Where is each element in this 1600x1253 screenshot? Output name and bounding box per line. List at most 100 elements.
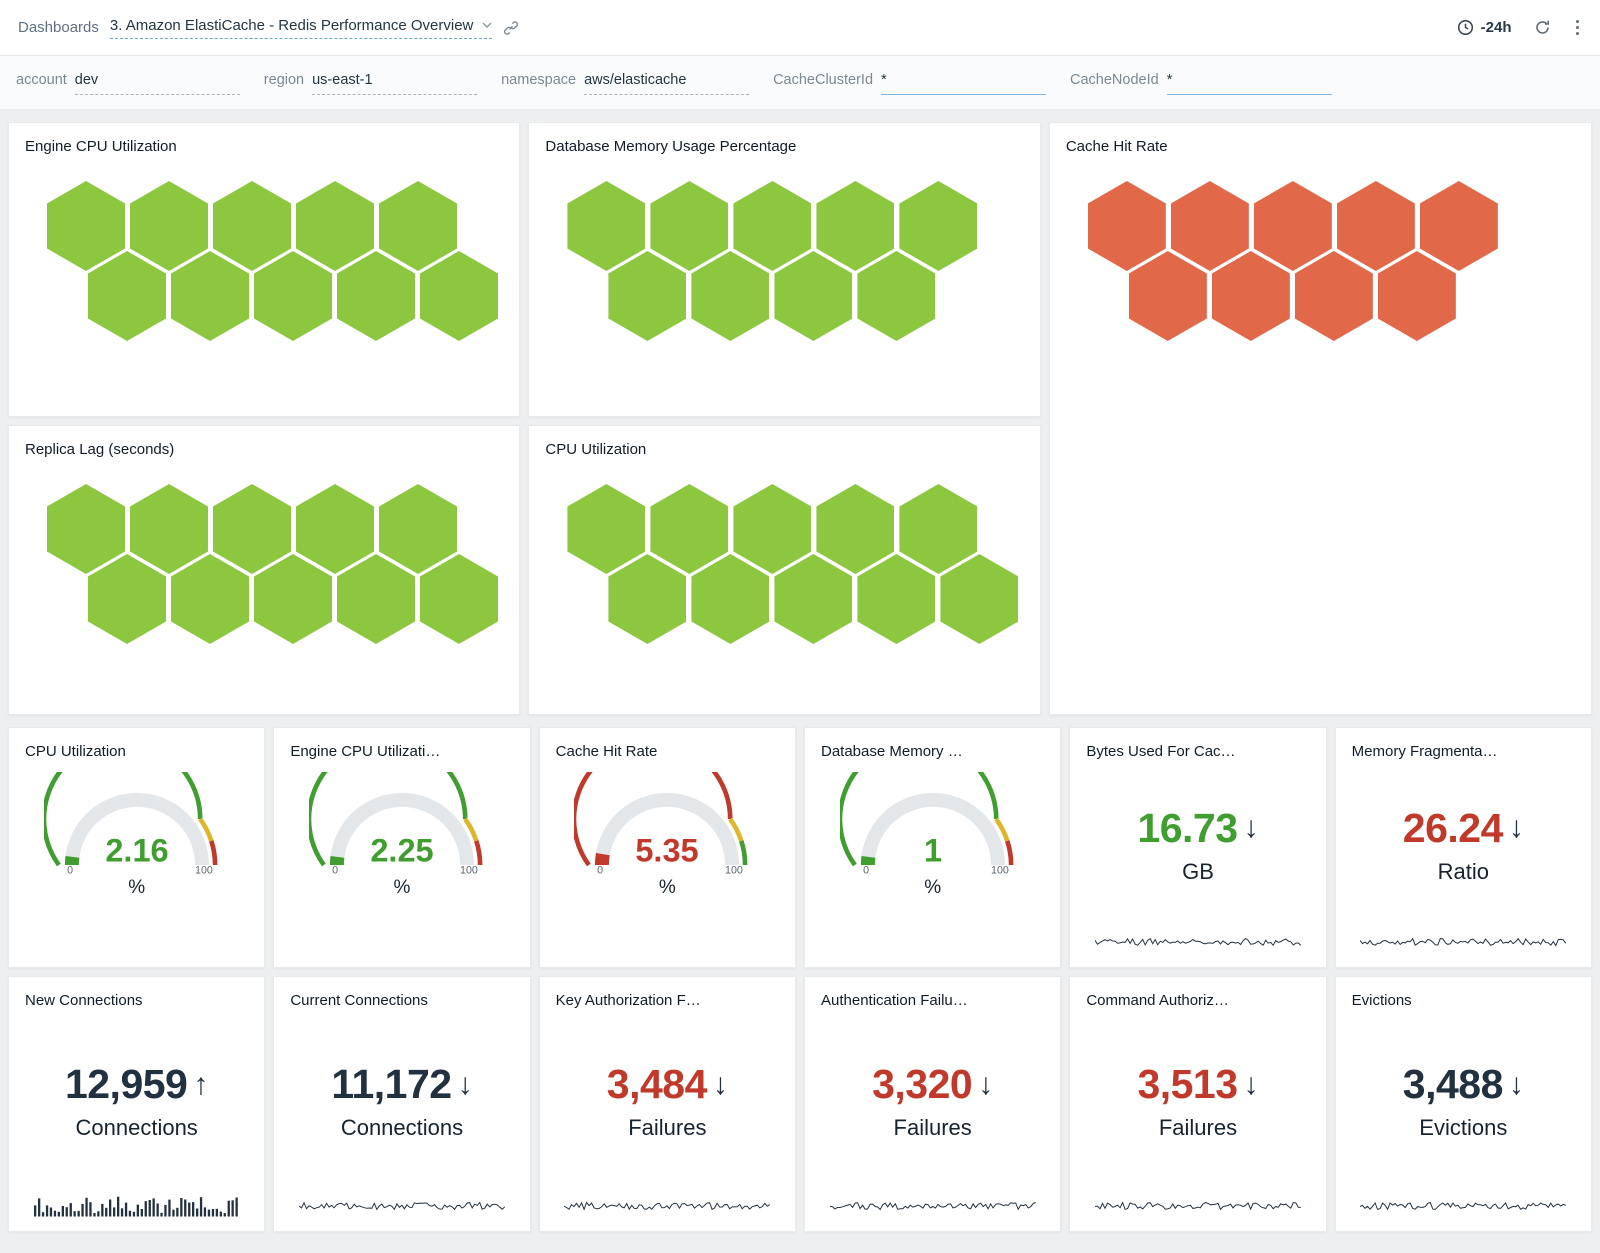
hexagon-cell bbox=[254, 251, 332, 341]
time-range-picker[interactable]: -24h bbox=[1457, 19, 1512, 36]
more-options-kebab-icon[interactable] bbox=[1573, 17, 1583, 39]
gauge-min-label: 0 bbox=[863, 864, 869, 876]
stat-panel[interactable]: Bytes Used For Cac… 16.73 ↓ GB bbox=[1069, 727, 1326, 968]
gauge-value: 1 bbox=[924, 832, 942, 868]
stat-body: 26.24 ↓ Ratio bbox=[1336, 760, 1591, 929]
hex-row bbox=[1129, 251, 1591, 341]
gauge-min-label: 0 bbox=[67, 864, 73, 876]
gauge-panel[interactable]: Cache Hit Rate 0 100 5.35 % bbox=[539, 727, 796, 968]
stat-body: 3,513 ↓ Failures bbox=[1070, 1009, 1325, 1193]
stat-panel[interactable]: Evictions 3,488 ↓ Evictions bbox=[1335, 976, 1592, 1232]
gauge-value: 5.35 bbox=[636, 832, 699, 868]
honeycomb-panel[interactable]: Database Memory Usage Percentage bbox=[528, 122, 1040, 417]
filter-value-input[interactable]: * bbox=[1167, 71, 1332, 95]
filter-value: aws/elasticache bbox=[584, 72, 686, 88]
stat-value-row: 3,484 ↓ bbox=[607, 1061, 728, 1108]
gauge-min-label: 0 bbox=[332, 864, 338, 876]
gauge-value: 2.25 bbox=[370, 832, 433, 868]
trend-down-icon: ↓ bbox=[713, 1070, 728, 1100]
honeycomb-panel[interactable]: Replica Lag (seconds) bbox=[8, 425, 520, 715]
filter-value-input[interactable]: us-east-1 bbox=[312, 71, 477, 95]
stat-panel[interactable]: New Connections 12,959 ↑ Connections bbox=[8, 976, 265, 1232]
trend-down-icon: ↓ bbox=[458, 1070, 473, 1100]
filter-variable: namespace aws/elasticache bbox=[501, 71, 749, 95]
sparkline-chart bbox=[564, 1193, 770, 1217]
hexagon-cell bbox=[254, 554, 332, 644]
stat-value: 3,488 bbox=[1403, 1061, 1503, 1108]
filter-variable: CacheNodeId * bbox=[1070, 71, 1332, 95]
gauge-chart: 0 100 2.16 bbox=[44, 772, 230, 876]
gauge-unit: % bbox=[9, 877, 264, 899]
refresh-icon[interactable] bbox=[1534, 19, 1551, 36]
time-range-label: -24h bbox=[1481, 19, 1512, 36]
gauge-chart: 0 100 2.25 bbox=[309, 772, 495, 876]
stat-panel[interactable]: Memory Fragmenta… 26.24 ↓ Ratio bbox=[1335, 727, 1592, 968]
filter-value-input[interactable]: dev bbox=[75, 71, 240, 95]
gauge-panel[interactable]: Database Memory … 0 100 1 % bbox=[804, 727, 1061, 968]
hexagon-cell bbox=[774, 554, 852, 644]
honeycomb-section: Engine CPU Utilization Database Memory U… bbox=[8, 122, 1592, 715]
honeycomb-panel[interactable]: Cache Hit Rate bbox=[1049, 122, 1592, 715]
stat-value-row: 3,513 ↓ bbox=[1137, 1061, 1258, 1108]
hexagon-cell bbox=[774, 251, 852, 341]
gauge-section: CPU Utilization 0 100 2.16 % Engine CPU … bbox=[8, 727, 1592, 968]
stat-body: 11,172 ↓ Connections bbox=[274, 1009, 529, 1193]
panel-title: Engine CPU Utilizati… bbox=[274, 728, 529, 760]
gauge-threshold-segment bbox=[476, 841, 480, 865]
stat-unit: Ratio bbox=[1438, 859, 1489, 885]
sparkline-chart bbox=[1360, 1193, 1566, 1217]
stat-value-row: 3,488 ↓ bbox=[1403, 1061, 1524, 1108]
trend-down-icon: ↓ bbox=[1244, 813, 1259, 843]
gauge-max-label: 100 bbox=[991, 864, 1009, 876]
link-icon[interactable] bbox=[503, 20, 519, 36]
filter-variable: region us-east-1 bbox=[264, 71, 477, 95]
filter-value-input[interactable]: aws/elasticache bbox=[584, 71, 749, 95]
stat-value-row: 26.24 ↓ bbox=[1403, 805, 1524, 852]
stat-panel[interactable]: Current Connections 11,172 ↓ Connections bbox=[273, 976, 530, 1232]
hexagon-cell bbox=[1295, 251, 1373, 341]
stat-value: 26.24 bbox=[1403, 805, 1503, 852]
stat-value: 16.73 bbox=[1137, 805, 1237, 852]
honeycomb-panel[interactable]: Engine CPU Utilization bbox=[8, 122, 520, 417]
stat-value-row: 12,959 ↑ bbox=[65, 1061, 208, 1108]
hexagon-cell bbox=[88, 554, 166, 644]
hex-row bbox=[88, 251, 519, 341]
gauge-wrap: 0 100 2.16 bbox=[44, 772, 230, 876]
gauge-panel[interactable]: CPU Utilization 0 100 2.16 % bbox=[8, 727, 265, 968]
clock-icon bbox=[1457, 19, 1474, 36]
sparkline-chart bbox=[1095, 1193, 1301, 1217]
trend-down-icon: ↓ bbox=[1509, 1070, 1524, 1100]
filter-value: * bbox=[881, 72, 887, 88]
filter-value: dev bbox=[75, 72, 98, 88]
stat-value: 11,172 bbox=[331, 1061, 451, 1108]
panel-title: Database Memory … bbox=[805, 728, 1060, 760]
panel-title: New Connections bbox=[9, 977, 264, 1009]
panel-title: Replica Lag (seconds) bbox=[9, 426, 519, 458]
hexagon-cell bbox=[608, 554, 686, 644]
stat-panel[interactable]: Authentication Failu… 3,320 ↓ Failures bbox=[804, 976, 1061, 1232]
dashboard-grid: Engine CPU Utilization Database Memory U… bbox=[0, 110, 1600, 1240]
gauge-chart: 0 100 5.35 bbox=[574, 772, 760, 876]
hexagon-cell bbox=[608, 251, 686, 341]
panel-title: Memory Fragmenta… bbox=[1336, 728, 1591, 760]
panel-title: Evictions bbox=[1336, 977, 1591, 1009]
stat-body: 3,488 ↓ Evictions bbox=[1336, 1009, 1591, 1193]
breadcrumb-dashboards[interactable]: Dashboards bbox=[18, 19, 99, 36]
gauge-threshold-segment bbox=[211, 841, 215, 865]
honeycomb-panel[interactable]: CPU Utilization bbox=[528, 425, 1040, 715]
trend-down-icon: ↓ bbox=[1244, 1070, 1259, 1100]
gauge-max-label: 100 bbox=[460, 864, 478, 876]
gauge-threshold-segment bbox=[1007, 841, 1011, 865]
stat-value: 3,320 bbox=[872, 1061, 972, 1108]
sparkline-chart bbox=[1360, 929, 1566, 953]
filter-value-input[interactable]: * bbox=[881, 71, 1046, 95]
dashboard-title-dropdown[interactable]: 3. Amazon ElastiCache - Redis Performanc… bbox=[110, 17, 492, 39]
gauge-panel[interactable]: Engine CPU Utilizati… 0 100 2.25 % bbox=[273, 727, 530, 968]
filter-label: namespace bbox=[501, 72, 576, 88]
gauge-value: 2.16 bbox=[105, 832, 168, 868]
stat-panel[interactable]: Key Authorization F… 3,484 ↓ Failures bbox=[539, 976, 796, 1232]
hexagon-cell bbox=[1212, 251, 1290, 341]
header-left: Dashboards 3. Amazon ElastiCache - Redis… bbox=[18, 17, 519, 39]
gauge-unit: % bbox=[540, 877, 795, 899]
stat-panel[interactable]: Command Authoriz… 3,513 ↓ Failures bbox=[1069, 976, 1326, 1232]
